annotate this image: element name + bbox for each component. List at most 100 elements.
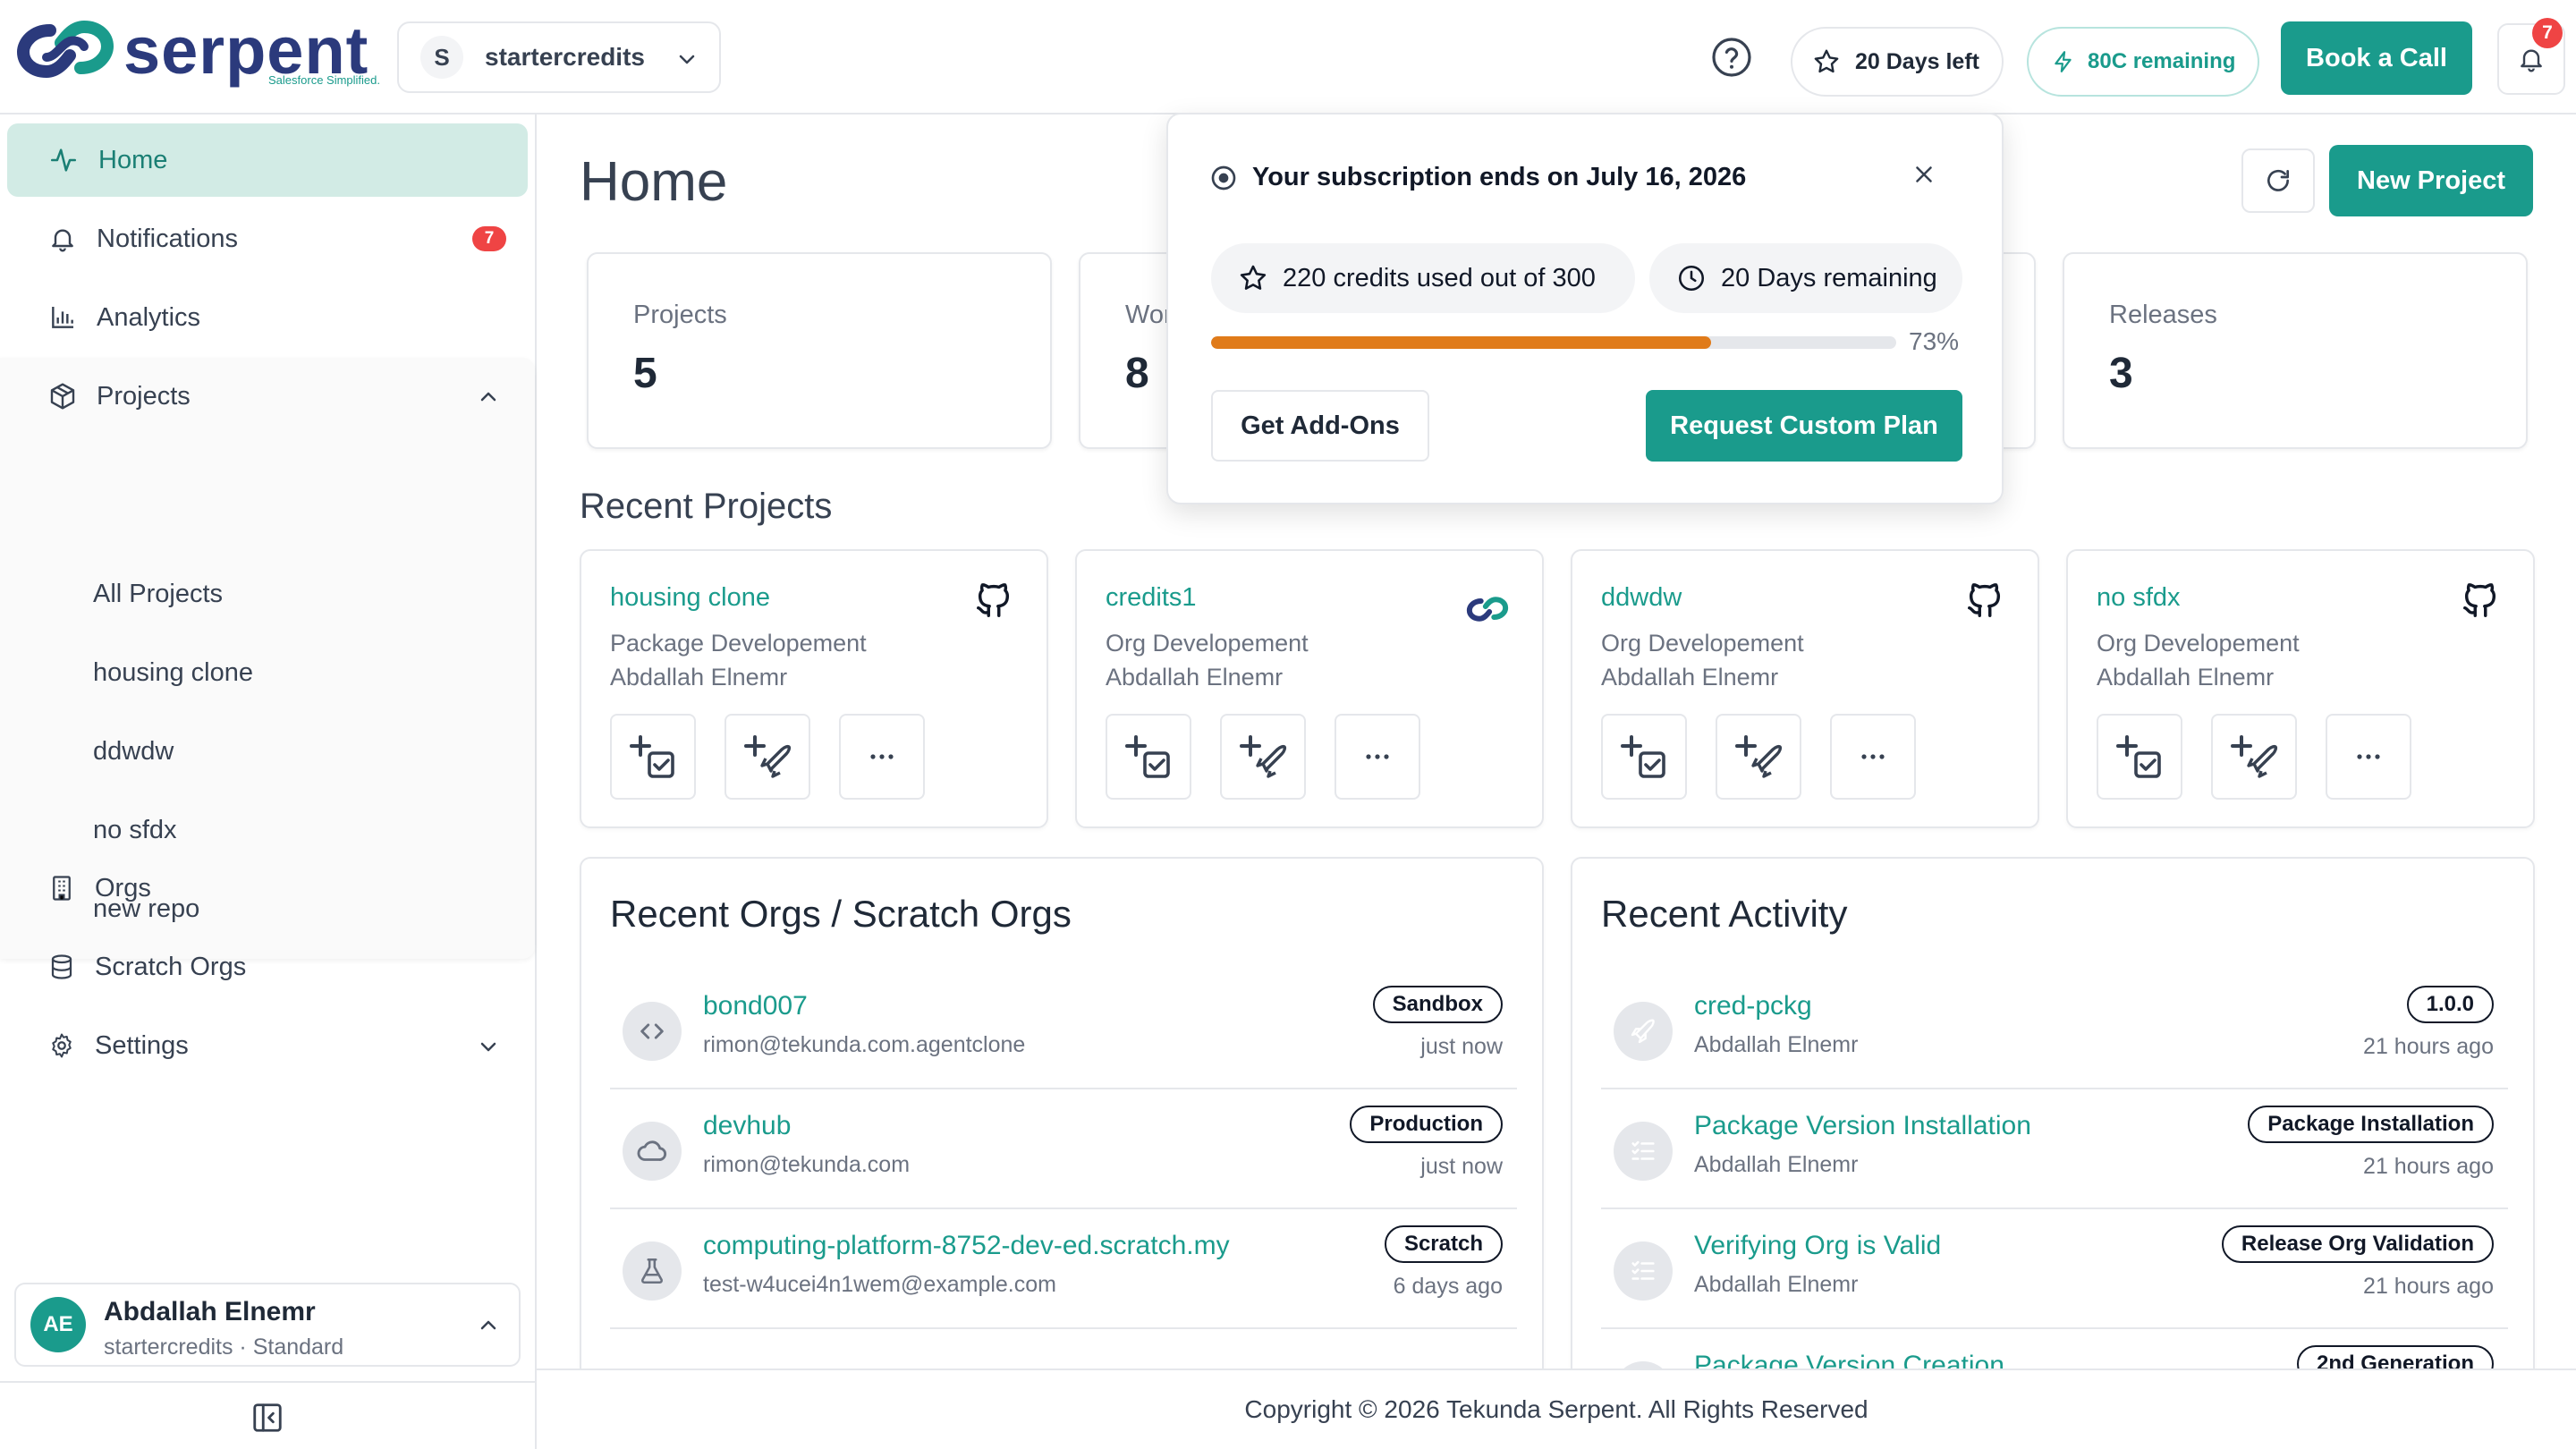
add-deployment-button[interactable] bbox=[724, 714, 810, 800]
more-options-button[interactable] bbox=[1830, 714, 1916, 800]
activity-name[interactable]: cred-pckg bbox=[1694, 991, 1812, 1021]
list-item[interactable]: bond007 rimon@tekunda.com.agentclone San… bbox=[610, 970, 1517, 1089]
list-check-icon bbox=[1631, 1260, 1655, 1280]
sidebar-item-orgs[interactable]: Orgs bbox=[7, 852, 528, 925]
list-item[interactable]: Verifying Org is Valid Abdallah Elnemr R… bbox=[1601, 1209, 2508, 1329]
recent-activity-panel: Recent Activity cred-pckg Abdallah Elnem… bbox=[1571, 857, 2535, 1449]
sidebar-item-label: Scratch Orgs bbox=[95, 952, 247, 981]
collapse-sidebar-button[interactable] bbox=[250, 1401, 284, 1435]
credits-used-label: 220 credits used out of 300 bbox=[1283, 263, 1596, 292]
org-name: startercredits bbox=[485, 43, 645, 71]
add-task-button[interactable] bbox=[1106, 714, 1191, 800]
org-name[interactable]: computing-platform-8752-dev-ed.scratch.m… bbox=[703, 1231, 1230, 1261]
help-button[interactable] bbox=[1710, 36, 1753, 79]
project-owner: Abdallah Elnemr bbox=[610, 664, 788, 691]
brand-logo[interactable]: serpent Salesforce Simplified. bbox=[16, 18, 380, 87]
credits-remaining-pill[interactable]: 80C remaining bbox=[2027, 27, 2259, 97]
sidebar-item-notifications[interactable]: Notifications 7 bbox=[7, 202, 528, 275]
stat-label: Releases bbox=[2109, 301, 2217, 329]
chevron-down-icon bbox=[679, 55, 695, 64]
lightning-icon bbox=[2055, 51, 2072, 72]
days-remaining-chip: 20 Days remaining bbox=[1649, 243, 1962, 313]
activity-user: Abdallah Elnemr bbox=[1694, 1152, 1859, 1177]
activity-badge: 1.0.0 bbox=[2406, 986, 2494, 1023]
list-item[interactable]: cred-pckg Abdallah Elnemr 1.0.0 21 hours… bbox=[1601, 970, 2508, 1089]
subscription-popover: Your subscription ends on July 16, 2026 … bbox=[1166, 113, 2004, 504]
stat-card-projects[interactable]: Projects 5 bbox=[587, 252, 1052, 449]
org-user: rimon@tekunda.com.agentclone bbox=[703, 1032, 1026, 1057]
subscription-heading-row: Your subscription ends on July 16, 2026 bbox=[1209, 163, 1746, 192]
new-project-button[interactable]: New Project bbox=[2329, 145, 2533, 216]
more-horizontal-icon bbox=[2357, 754, 2380, 759]
list-check-icon bbox=[1631, 1140, 1655, 1160]
user-account-card[interactable]: AE Abdallah Elnemr startercredits · Stan… bbox=[14, 1283, 521, 1367]
add-task-button[interactable] bbox=[2097, 714, 2182, 800]
projects-subitem[interactable]: housing clone bbox=[93, 658, 253, 688]
page-footer: Copyright © 2026 Tekunda Serpent. All Ri… bbox=[537, 1368, 2576, 1449]
stat-card-releases[interactable]: Releases 3 bbox=[2063, 252, 2528, 449]
project-card[interactable]: housing clone Package Developement Abdal… bbox=[580, 549, 1048, 828]
brand-tagline: Salesforce Simplified. bbox=[268, 73, 380, 87]
projects-subitem[interactable]: no sfdx bbox=[93, 816, 177, 845]
org-avatar: S bbox=[420, 36, 463, 79]
activity-name[interactable]: Package Version Installation bbox=[1694, 1111, 2031, 1141]
sidebar-item-analytics[interactable]: Analytics bbox=[7, 281, 528, 354]
book-call-button[interactable]: Book a Call bbox=[2281, 21, 2472, 95]
sidebar-item-label: Projects bbox=[97, 381, 191, 411]
add-task-button[interactable] bbox=[1601, 714, 1687, 800]
projects-subitem-all[interactable]: All Projects bbox=[93, 580, 223, 609]
add-rocket-icon bbox=[744, 735, 792, 778]
add-deployment-button[interactable] bbox=[2211, 714, 2297, 800]
project-name[interactable]: ddwdw bbox=[1601, 583, 1682, 613]
list-item[interactable]: computing-platform-8752-dev-ed.scratch.m… bbox=[610, 1209, 1517, 1329]
sidebar-item-home[interactable]: Home bbox=[7, 123, 528, 197]
list-item[interactable]: devhub rimon@tekunda.com Production just… bbox=[610, 1089, 1517, 1209]
credits-progress-percent: 73% bbox=[1909, 327, 1960, 355]
sidebar: Home Notifications 7 Analytics Projects … bbox=[0, 114, 537, 1449]
list-item[interactable]: Package Version Installation Abdallah El… bbox=[1601, 1089, 2508, 1209]
stat-label: Projects bbox=[633, 301, 727, 329]
days-left-pill[interactable]: 20 Days left bbox=[1791, 27, 2004, 97]
projects-subitem[interactable]: ddwdw bbox=[93, 737, 174, 767]
more-options-button[interactable] bbox=[2326, 714, 2411, 800]
sidebar-item-scratch-orgs[interactable]: Scratch Orgs bbox=[7, 930, 528, 1004]
project-card[interactable]: credits1 Org Developement Abdallah Elnem… bbox=[1075, 549, 1544, 828]
project-name[interactable]: housing clone bbox=[610, 583, 770, 613]
sidebar-item-projects[interactable]: Projects bbox=[7, 360, 528, 433]
add-deployment-button[interactable] bbox=[1220, 714, 1306, 800]
add-task-button[interactable] bbox=[610, 714, 696, 800]
project-card[interactable]: no sfdx Org Developement Abdallah Elnemr bbox=[2066, 549, 2535, 828]
github-icon bbox=[1968, 583, 2001, 617]
org-user: rimon@tekunda.com bbox=[703, 1152, 911, 1177]
row-icon-wrap bbox=[623, 1002, 682, 1061]
more-options-button[interactable] bbox=[1335, 714, 1420, 800]
refresh-button[interactable] bbox=[2241, 148, 2315, 213]
timestamp: 21 hours ago bbox=[2363, 1034, 2494, 1059]
more-horizontal-icon bbox=[1861, 754, 1885, 759]
github-icon bbox=[977, 583, 1010, 617]
add-task-icon bbox=[2116, 735, 2161, 778]
add-rocket-icon bbox=[1735, 735, 1783, 778]
clock-icon bbox=[1678, 265, 1705, 292]
get-addons-button[interactable]: Get Add-Ons bbox=[1211, 390, 1429, 462]
package-icon bbox=[50, 383, 75, 410]
project-name[interactable]: no sfdx bbox=[2097, 583, 2181, 613]
project-card[interactable]: ddwdw Org Developement Abdallah Elnemr bbox=[1571, 549, 2039, 828]
bell-icon bbox=[52, 229, 73, 252]
sidebar-item-settings[interactable]: Settings bbox=[7, 1009, 528, 1082]
add-deployment-button[interactable] bbox=[1716, 714, 1801, 800]
project-name[interactable]: credits1 bbox=[1106, 583, 1197, 613]
add-task-icon bbox=[630, 735, 674, 778]
more-options-button[interactable] bbox=[839, 714, 925, 800]
org-name[interactable]: bond007 bbox=[703, 991, 808, 1021]
org-switcher[interactable]: S startercredits bbox=[397, 21, 721, 93]
activity-name[interactable]: Verifying Org is Valid bbox=[1694, 1231, 1941, 1261]
subscription-heading: Your subscription ends on July 16, 2026 bbox=[1252, 163, 1747, 191]
star-icon bbox=[1240, 265, 1267, 290]
code-icon bbox=[640, 1023, 664, 1039]
request-custom-plan-button[interactable]: Request Custom Plan bbox=[1646, 390, 1962, 462]
close-popover-button[interactable] bbox=[1911, 161, 1937, 188]
rocket-icon bbox=[1631, 1019, 1655, 1044]
notification-count-badge: 7 bbox=[2532, 18, 2563, 48]
org-name[interactable]: devhub bbox=[703, 1111, 791, 1141]
